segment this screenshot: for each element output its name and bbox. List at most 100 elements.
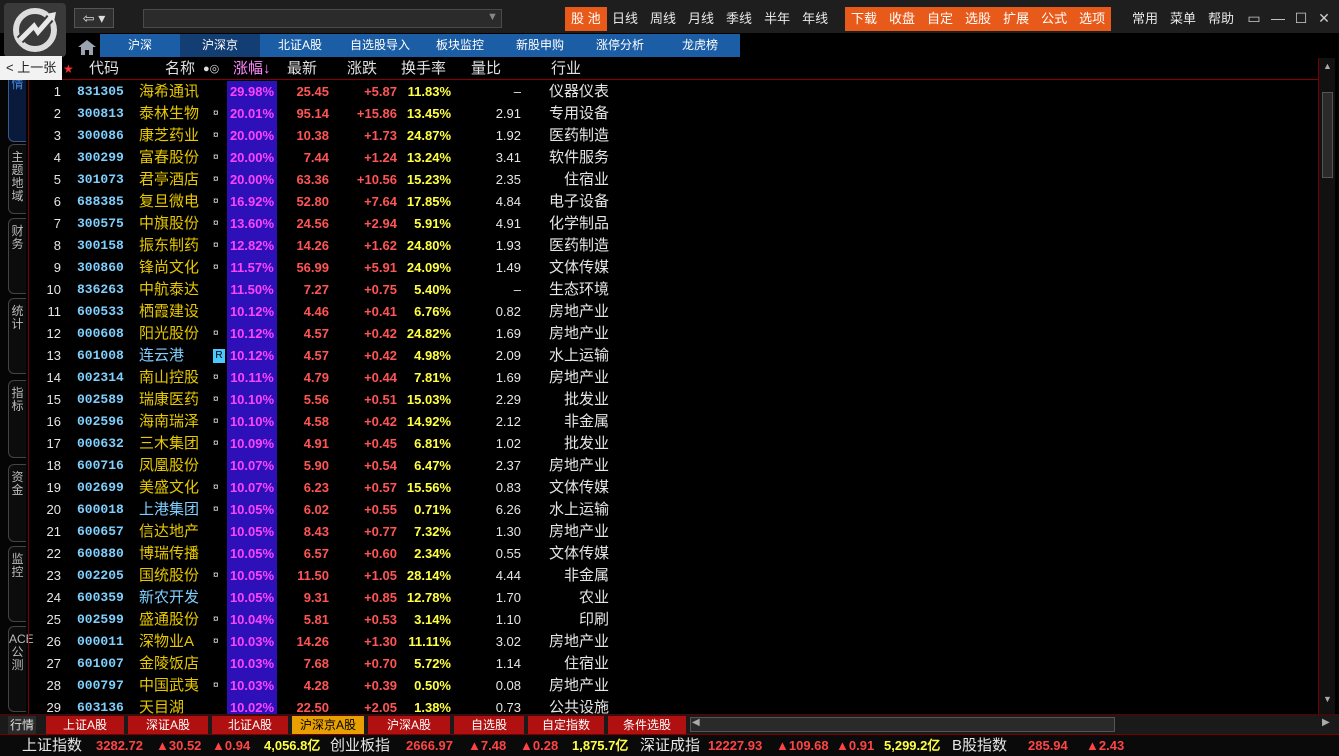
table-row[interactable]: 20 600018 上港集团 ¤ 10.05% 6.02 +0.55 0.71% 6.26 水上运…	[29, 499, 1318, 521]
menu-item-yearly[interactable]: 年线	[796, 7, 834, 31]
side-tab-monitor[interactable]: 监控	[8, 546, 26, 622]
menu-item-help[interactable]: 帮助	[1202, 7, 1240, 31]
restore-icon[interactable]: ▭	[1242, 8, 1266, 28]
minimize-button[interactable]: —	[1266, 8, 1290, 28]
tab-watchlist-import[interactable]: 自选股导入	[340, 34, 420, 57]
side-tab-funds[interactable]: 资金	[8, 464, 26, 542]
header-pct[interactable]: 涨幅↓	[233, 58, 271, 80]
header-last[interactable]: 最新	[287, 58, 317, 80]
scroll-up-icon[interactable]: ▲	[1322, 61, 1333, 75]
table-row[interactable]: 22 600880 博瑞传播 10.05% 6.57 +0.60 2.34% 0.55 文体传媒	[29, 543, 1318, 565]
bottom-tab-sh-a[interactable]: 上证A股	[46, 716, 124, 734]
side-tab-theme[interactable]: 主题地域	[8, 144, 26, 214]
table-row[interactable]: 11 600533 栖霞建设 10.12% 4.46 +0.41 6.76% 0.82 房地产业	[29, 301, 1318, 323]
bottom-tab-hsj-a[interactable]: 沪深京A股	[292, 716, 364, 734]
table-row[interactable]: 14 002314 南山控股 ¤ 10.11% 4.79 +0.44 7.81% 1.69 房地产…	[29, 367, 1318, 389]
menu-item-extend[interactable]: 扩展	[997, 7, 1036, 31]
table-row[interactable]: 18 600716 凤凰股份 10.07% 5.90 +0.54 6.47% 2.37 房地产业	[29, 455, 1318, 477]
table-row[interactable]: 25 002599 盛通股份 ¤ 10.04% 5.81 +0.53 3.14% 1.10 印刷	[29, 609, 1318, 631]
menu-item-quarterly[interactable]: 季线	[720, 7, 758, 31]
table-row[interactable]: 23 002205 国统股份 ¤ 10.05% 11.50 +1.05 28.14% 4.44 非…	[29, 565, 1318, 587]
table-row[interactable]: 3 300086 康芝药业 ¤ 20.00% 10.38 +1.73 24.87% 1.92 医药…	[29, 125, 1318, 147]
header-turnover[interactable]: 换手率	[401, 58, 446, 80]
tab-dragon-tiger[interactable]: 龙虎榜	[660, 34, 740, 57]
table-row[interactable]: 7 300575 中旗股份 ¤ 13.60% 24.56 +2.94 5.91% 4.91 化学制…	[29, 213, 1318, 235]
ticker-name[interactable]: 深证成指	[640, 735, 700, 756]
table-row[interactable]: 9 300860 锋尚文化 ¤ 11.57% 56.99 +5.91 24.09% 1.49 文体…	[29, 257, 1318, 279]
ticker-name[interactable]: 创业板指	[330, 735, 390, 756]
menu-item-download[interactable]: 下载	[845, 7, 884, 31]
table-row[interactable]: 15 002589 瑞康医药 ¤ 10.10% 5.56 +0.51 15.03% 2.29 批发…	[29, 389, 1318, 411]
table-row[interactable]: 13 601008 连云港 R 10.12% 4.57 +0.42 4.98% 2.09 水上运输	[29, 345, 1318, 367]
side-tab-indicators[interactable]: 指标	[8, 380, 26, 458]
menu-item-halfyear[interactable]: 半年	[758, 7, 796, 31]
scroll-left-icon[interactable]: ◀	[692, 717, 700, 728]
scroll-thumb[interactable]	[1322, 92, 1333, 178]
menu-item-formula[interactable]: 公式	[1035, 7, 1074, 31]
table-row[interactable]: 26 000011 深物业A ¤ 10.03% 14.26 +1.30 11.11% 3.02 房…	[29, 631, 1318, 653]
table-row[interactable]: 16 002596 海南瑞泽 ¤ 10.10% 4.58 +0.42 14.92% 2.12 非金…	[29, 411, 1318, 433]
menu-item-screen[interactable]: 选股	[959, 7, 998, 31]
menu-item-close[interactable]: 收盘	[883, 7, 922, 31]
bottom-tab-sz-a[interactable]: 深证A股	[128, 716, 208, 734]
close-button[interactable]: ✕	[1312, 8, 1336, 28]
bottom-tab-hs-a[interactable]: 沪深A股	[368, 716, 450, 734]
menu-item-common[interactable]: 常用	[1126, 7, 1164, 31]
dropdown-arrow-icon[interactable]: ▼	[487, 11, 498, 23]
table-row[interactable]: 17 000632 三木集团 ¤ 10.09% 4.91 +0.45 6.81% 1.02 批发业	[29, 433, 1318, 455]
table-row[interactable]: 10 836263 中航泰达 11.50% 7.27 +0.75 5.40% – 生态环境	[29, 279, 1318, 301]
header-vol-ratio[interactable]: 量比	[471, 58, 501, 80]
table-row[interactable]: 6 688385 复旦微电 ¤ 16.92% 52.80 +7.64 17.85% 4.84 电子…	[29, 191, 1318, 213]
horizontal-scrollbar[interactable]	[690, 717, 1115, 732]
favorite-star-icon[interactable]: ★	[63, 58, 74, 80]
table-row[interactable]: 21 600657 信达地产 10.05% 8.43 +0.77 7.32% 1.30 房地产业	[29, 521, 1318, 543]
address-input[interactable]	[143, 9, 502, 28]
bottom-tab-bj-a[interactable]: 北证A股	[212, 716, 288, 734]
last-price: 7.44	[303, 150, 329, 165]
header-code[interactable]: 代码	[89, 58, 119, 80]
maximize-button[interactable]: ☐	[1289, 8, 1313, 28]
tab-beizheng[interactable]: 北证A股	[260, 34, 340, 57]
tab-hushen[interactable]: 沪深	[100, 34, 180, 57]
table-row[interactable]: 5 301073 君亭酒店 ¤ 20.00% 63.36 +10.56 15.23% 2.35 住…	[29, 169, 1318, 191]
scroll-right-icon[interactable]: ▶	[1322, 717, 1330, 728]
back-nav-button[interactable]: ⇦ ▾	[74, 8, 114, 28]
menu-item-stock-pool[interactable]: 股 池	[565, 7, 607, 31]
table-row[interactable]: 2 300813 泰林生物 ¤ 20.01% 95.14 +15.86 13.45% 2.91 专…	[29, 103, 1318, 125]
side-tab-stats[interactable]: 统计	[8, 298, 26, 374]
bottom-tab-custom-index[interactable]: 自定指数	[528, 716, 604, 734]
home-icon[interactable]	[76, 38, 98, 56]
ticker-name[interactable]: B股指数	[952, 735, 1007, 756]
table-row[interactable]: 19 002699 美盛文化 ¤ 10.07% 6.23 +0.57 15.56% 0.83 文体…	[29, 477, 1318, 499]
menu-item-monthly[interactable]: 月线	[682, 7, 720, 31]
table-row[interactable]: 12 000608 阳光股份 ¤ 10.12% 4.57 +0.42 24.82% 1.69 房地…	[29, 323, 1318, 345]
scroll-down-icon[interactable]: ▼	[1322, 694, 1333, 708]
table-row[interactable]: 27 601007 金陵饭店 10.03% 7.68 +0.70 5.72% 1.14 住宿业	[29, 653, 1318, 675]
menu-item-options[interactable]: 选项	[1073, 7, 1112, 31]
side-tab-finance[interactable]: 财务	[8, 218, 26, 294]
prev-page-button[interactable]: < 上一张	[0, 56, 62, 80]
menu-item-weekly[interactable]: 周线	[644, 7, 682, 31]
tab-hushenjing[interactable]: 沪深京	[180, 34, 260, 57]
tab-limit-up[interactable]: 涨停分析	[580, 34, 660, 57]
menu-item-custom[interactable]: 自定	[921, 7, 960, 31]
table-row[interactable]: 8 300158 振东制药 ¤ 12.82% 14.26 +1.62 24.80% 1.93 医药…	[29, 235, 1318, 257]
header-dots-icon[interactable]: ●◎	[203, 58, 219, 80]
header-industry[interactable]: 行业	[551, 58, 581, 80]
table-row[interactable]: 1 831305 海希通讯 29.98% 25.45 +5.87 11.83% – 仪器仪表	[29, 81, 1318, 103]
tab-ipo[interactable]: 新股申购	[500, 34, 580, 57]
bottom-tab-conditional[interactable]: 条件选股	[608, 716, 686, 734]
table-row[interactable]: 28 000797 中国武夷 ¤ 10.03% 4.28 +0.39 0.50% 0.08 房地产…	[29, 675, 1318, 697]
ticker-name[interactable]: 上证指数	[22, 735, 82, 756]
tab-sector-monitor[interactable]: 板块监控	[420, 34, 500, 57]
menu-item-daily[interactable]: 日线	[606, 7, 644, 31]
header-change[interactable]: 涨跌	[347, 58, 377, 80]
header-name[interactable]: 名称	[165, 58, 195, 80]
vertical-scrollbar[interactable]: ▲ ▼	[1318, 58, 1335, 714]
side-tab-ace[interactable]: ACE公测	[8, 626, 34, 712]
table-row[interactable]: 24 600359 新农开发 10.05% 9.31 +0.85 12.78% 1.70 农业	[29, 587, 1318, 609]
table-row[interactable]: 4 300299 富春股份 ¤ 20.00% 7.44 +1.24 13.24% 3.41 软件服…	[29, 147, 1318, 169]
menu-item-menu[interactable]: 菜单	[1164, 7, 1202, 31]
bottom-tab-quotes[interactable]: 行情	[8, 716, 37, 734]
bottom-tab-watchlist[interactable]: 自选股	[454, 716, 524, 734]
